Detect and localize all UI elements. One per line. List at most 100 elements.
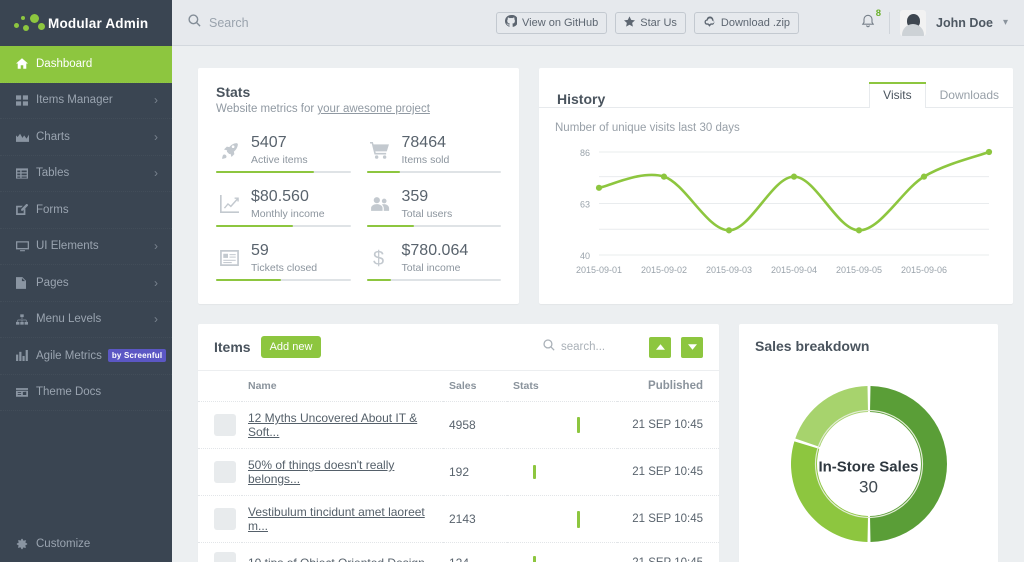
notifications-button[interactable]: 8	[857, 11, 879, 35]
row-published-cell: 21 SEP 10:45	[617, 449, 719, 496]
tab-downloads[interactable]: Downloads	[926, 82, 1013, 107]
app-root: Modular Admin Dashboard Items Manager › …	[0, 0, 1024, 562]
sidebar-item-theme-docs[interactable]: Theme Docs	[0, 375, 172, 412]
sidebar-item-label: Pages	[36, 277, 154, 289]
item-thumbnail	[214, 552, 236, 562]
dashboard-row-bottom: Items Add new	[198, 324, 998, 562]
history-card: History Visits Downloads Number of uniqu…	[539, 68, 1013, 304]
items-search-input[interactable]	[561, 341, 639, 353]
history-body: Number of unique visits last 30 days 406…	[539, 108, 1013, 304]
sidebar-item-label: Dashboard	[36, 58, 158, 70]
cloud-download-icon	[703, 16, 716, 30]
col-name[interactable]: Name	[242, 371, 443, 402]
sidebar-item-menu-levels[interactable]: Menu Levels ›	[0, 302, 172, 339]
sidebar: Modular Admin Dashboard Items Manager › …	[0, 0, 172, 562]
col-sales[interactable]: Sales	[443, 371, 507, 402]
stats-subtitle: Website metrics for your awesome project	[216, 103, 501, 115]
sidebar-item-customize[interactable]: Customize	[0, 526, 172, 562]
brand[interactable]: Modular Admin	[0, 0, 172, 46]
history-caption: Number of unique visits last 30 days	[555, 122, 997, 134]
item-name-link[interactable]: 10 tips of Object Oriented Design	[248, 556, 425, 562]
dollar-icon: $	[367, 248, 393, 269]
global-search[interactable]	[188, 14, 438, 32]
search-input[interactable]	[209, 16, 438, 30]
table-row[interactable]: 12 Myths Uncovered About IT & Soft... 495…	[198, 402, 719, 449]
sort-down-button[interactable]	[681, 337, 703, 358]
tab-visits[interactable]: Visits	[869, 82, 925, 108]
items-search[interactable]	[543, 338, 639, 356]
row-name-cell: 12 Myths Uncovered About IT & Soft...	[242, 402, 443, 449]
table-row[interactable]: 10 tips of Object Oriented Design12421 S…	[198, 543, 719, 562]
cart-icon	[367, 141, 393, 159]
item-name-link[interactable]: 12 Myths Uncovered About IT & Soft...	[248, 411, 417, 439]
sidebar-item-label: Charts	[36, 131, 154, 143]
download-zip-button[interactable]: Download .zip	[694, 12, 799, 34]
stat-value: $780.064	[402, 242, 469, 260]
row-sales-cell: 192	[443, 449, 507, 496]
tab-label: Downloads	[940, 88, 999, 102]
sales-breakdown-card: Sales breakdown In-Store Sales 30	[739, 324, 998, 562]
sidebar-item-label: Agile Metrics	[36, 350, 102, 362]
sidebar-item-pages[interactable]: Pages ›	[0, 265, 172, 302]
stat-label: Active items	[251, 154, 308, 166]
table-row[interactable]: 50% of things doesn't really belongs... 1…	[198, 449, 719, 496]
avatar[interactable]	[900, 10, 926, 36]
sparkline-bar	[577, 511, 580, 528]
sidebar-item-charts[interactable]: Charts ›	[0, 119, 172, 156]
stat-label: Total income	[402, 262, 469, 274]
book-icon	[16, 387, 36, 397]
items-tools	[543, 337, 703, 358]
sidebar-item-dashboard[interactable]: Dashboard	[0, 46, 172, 83]
item-name-link[interactable]: 50% of things doesn't really belongs...	[248, 458, 394, 486]
star-icon	[624, 16, 635, 30]
col-published[interactable]: Published	[617, 371, 719, 402]
row-sales-cell: 124	[443, 543, 507, 562]
sidebar-item-label: Forms	[36, 204, 158, 216]
stat-items-sold: 78464 Items sold	[367, 129, 502, 183]
row-thumb-cell	[198, 402, 242, 449]
item-name-link[interactable]: Vestibulum tincidunt amet laoreet m...	[248, 505, 425, 533]
items-table-head: Name Sales Stats Published	[198, 371, 719, 402]
awesome-project-link[interactable]: your awesome project	[317, 103, 430, 115]
pencil-square-icon	[16, 204, 36, 215]
row-thumb-cell	[198, 449, 242, 496]
sidebar-item-tables[interactable]: Tables ›	[0, 156, 172, 193]
row-sales-cell: 4958	[443, 402, 507, 449]
table-row[interactable]: Vestibulum tincidunt amet laoreet m...21…	[198, 496, 719, 543]
donut-segment[interactable]	[795, 386, 868, 447]
col-stats[interactable]: Stats	[507, 371, 617, 402]
monitor-icon	[16, 241, 36, 252]
sort-up-button[interactable]	[649, 337, 671, 358]
item-thumbnail	[214, 461, 236, 483]
stat-value: 359	[402, 188, 453, 206]
sidebar-item-items-manager[interactable]: Items Manager ›	[0, 83, 172, 120]
sparkline-bar	[577, 417, 580, 433]
sidebar-item-agile-metrics[interactable]: Agile Metrics by Screenful	[0, 338, 172, 375]
sidebar-item-label: Theme Docs	[36, 386, 158, 398]
dashboard-row-top: Stats Website metrics for your awesome p…	[198, 68, 998, 304]
stat-progress-bar	[216, 225, 351, 227]
sparkline-bar	[533, 465, 536, 479]
star-us-button[interactable]: Star Us	[615, 12, 686, 34]
user-name[interactable]: John Doe	[936, 16, 993, 30]
svg-text:$: $	[373, 248, 384, 269]
sidebar-item-label: Tables	[36, 167, 154, 179]
stat-label: Total users	[402, 208, 453, 220]
main-area: View on GitHub Star Us Download .zip 8	[172, 0, 1024, 562]
add-new-button[interactable]: Add new	[261, 336, 322, 358]
sidebar-item-ui-elements[interactable]: UI Elements ›	[0, 229, 172, 266]
row-name-cell: 10 tips of Object Oriented Design	[242, 543, 443, 562]
view-on-github-button[interactable]: View on GitHub	[496, 12, 607, 34]
svg-text:2015-09-01: 2015-09-01	[576, 265, 622, 275]
sidebar-item-forms[interactable]: Forms	[0, 192, 172, 229]
stat-progress-bar	[367, 171, 502, 173]
stats-title: Stats	[216, 84, 501, 100]
row-stats-cell	[507, 496, 617, 543]
github-icon	[505, 15, 517, 30]
chevron-down-icon[interactable]: ▾	[1003, 17, 1008, 28]
row-stats-cell	[507, 402, 617, 449]
topbar-user-area: 8 John Doe ▾	[857, 10, 1008, 36]
chevron-right-icon: ›	[154, 94, 158, 106]
notification-count: 8	[876, 8, 881, 19]
svg-text:40: 40	[580, 251, 590, 261]
